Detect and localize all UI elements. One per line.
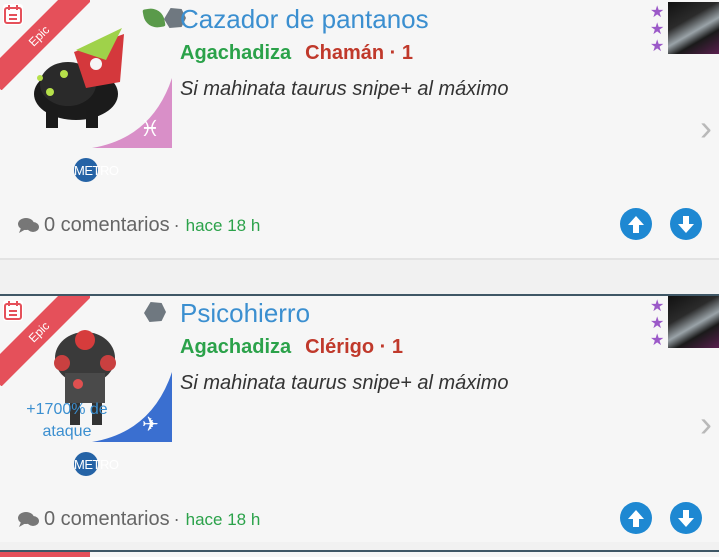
- star-rating: ★ ★ ★: [650, 298, 666, 349]
- description: Si mahinata taurus snipe+ al máximo: [180, 78, 509, 100]
- monster-name[interactable]: Cazador de pantanos: [180, 4, 429, 35]
- downvote-button[interactable]: [670, 502, 702, 534]
- chevron-right-icon[interactable]: ›: [700, 110, 712, 146]
- timestamp: hace 18 h: [185, 509, 261, 529]
- arrow-down-icon: [678, 510, 694, 527]
- speech-bubble-icon: [18, 511, 39, 527]
- arrow-up-icon: [628, 216, 644, 233]
- comments-link[interactable]: 0 comentarios: [44, 508, 170, 531]
- star-icon: ★: [650, 332, 665, 349]
- arrow-down-icon: [678, 216, 694, 233]
- star-icon: ★: [650, 4, 665, 21]
- bonus-line: ataque: [42, 423, 92, 440]
- star-icon: ★: [650, 38, 665, 55]
- metro-label: METRO: [74, 457, 119, 472]
- comments-link[interactable]: 0 comentarios: [44, 214, 170, 237]
- arrow-up-icon: [628, 510, 644, 527]
- downvote-button[interactable]: [670, 208, 702, 240]
- rock-icon: [144, 302, 166, 322]
- tribe-triangle: [92, 78, 172, 148]
- speech-bubble-icon: [18, 217, 39, 233]
- monster-meta: Agachadiza Clérigo · 1: [180, 336, 403, 359]
- metro-label: METRO: [74, 163, 119, 178]
- author-avatar[interactable]: [668, 2, 719, 54]
- role-label: Clérigo · 1: [305, 336, 403, 358]
- airplane-icon: ✈: [142, 414, 159, 436]
- monster-card-peek: [0, 550, 719, 557]
- calendar-icon: [3, 4, 23, 25]
- calendar-icon: [3, 300, 23, 321]
- leaf-icon: [142, 6, 166, 30]
- separator: ·: [173, 215, 180, 235]
- type-icons: [144, 302, 166, 322]
- role-label: Chamán · 1: [305, 42, 413, 64]
- rarity-ribbon-peek: [0, 552, 90, 557]
- pisces-icon: ♓: [140, 116, 160, 141]
- monster-card[interactable]: Epic ♓ METRO Cazador de pantanos Agachad…: [0, 0, 719, 258]
- card-footer: 0 comentarios · hace 18 h: [18, 214, 260, 237]
- description: Si mahinata taurus snipe+ al máximo: [180, 372, 509, 394]
- separator: ·: [173, 509, 180, 529]
- star-icon: ★: [650, 298, 665, 315]
- star-icon: ★: [650, 21, 665, 38]
- upvote-button[interactable]: [620, 502, 652, 534]
- monster-meta: Agachadiza Chamán · 1: [180, 42, 413, 65]
- star-icon: ★: [650, 315, 665, 332]
- family-label: Agachadiza: [180, 42, 292, 64]
- bonus-text: +1700% de ataque: [14, 399, 120, 443]
- card-divider: [0, 258, 719, 260]
- monster-name[interactable]: Psicohierro: [180, 298, 310, 329]
- timestamp: hace 18 h: [185, 215, 261, 235]
- card-footer: 0 comentarios · hace 18 h: [18, 508, 260, 531]
- chevron-right-icon[interactable]: ›: [700, 406, 712, 442]
- bonus-line: +1700% de: [26, 401, 108, 418]
- monster-card[interactable]: Epic ✈ +1700% de ataque METRO Psicohierr…: [0, 294, 719, 542]
- author-avatar[interactable]: [668, 296, 719, 348]
- star-rating: ★ ★ ★: [650, 4, 666, 55]
- upvote-button[interactable]: [620, 208, 652, 240]
- family-label: Agachadiza: [180, 336, 292, 358]
